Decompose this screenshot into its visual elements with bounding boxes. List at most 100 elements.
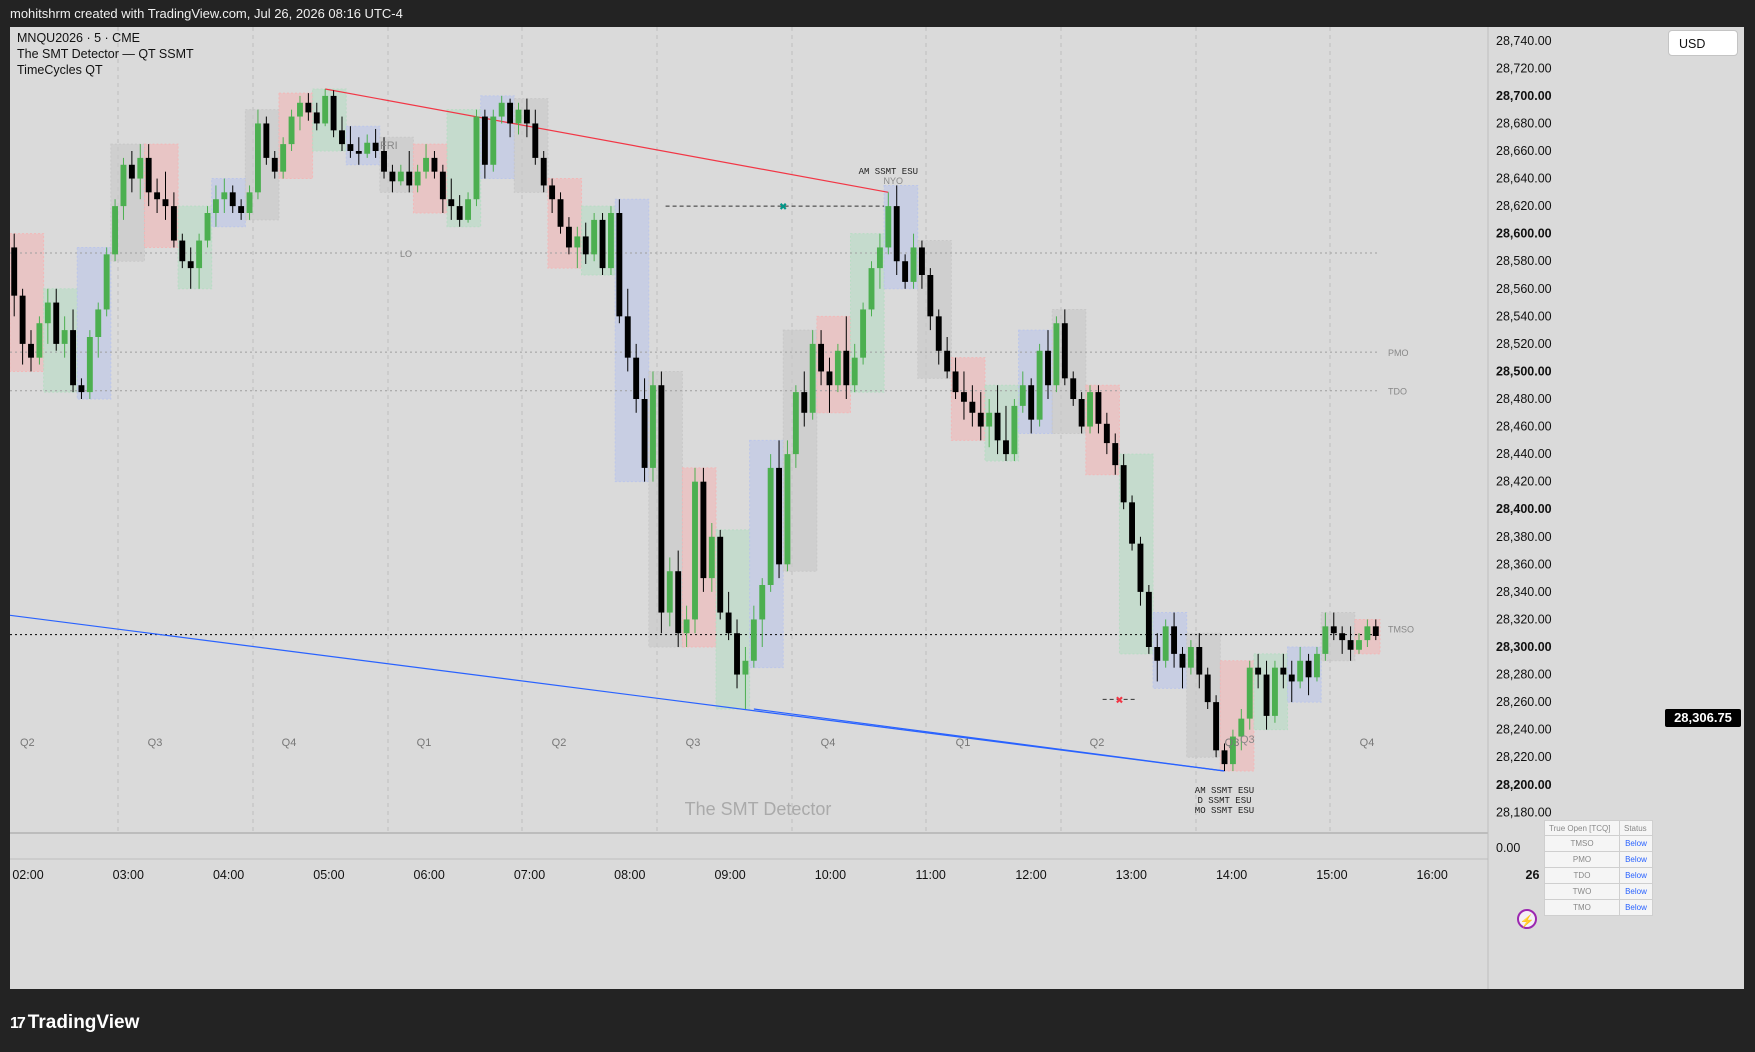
candle-body xyxy=(53,302,60,344)
candle-body xyxy=(154,192,161,200)
price-tick-label: 28,280.00 xyxy=(1496,668,1552,682)
candle-body xyxy=(439,171,446,200)
symbol-legend[interactable]: MNQU2026 · 5 · CME xyxy=(17,31,140,45)
candle-body xyxy=(1078,399,1085,427)
candle-body xyxy=(448,199,455,207)
price-tick-label: 28,300.00 xyxy=(1496,640,1552,654)
candle-body xyxy=(641,399,648,468)
tradingview-logo[interactable]: 17 TradingView xyxy=(10,1012,139,1034)
candle-body xyxy=(364,142,371,154)
candle-body xyxy=(86,337,93,393)
quarter-label: Q4 xyxy=(821,737,836,749)
candle-body xyxy=(406,171,413,186)
row-status: Below xyxy=(1619,835,1653,852)
candle-body xyxy=(969,401,976,413)
candle-body xyxy=(187,261,194,269)
candle-body xyxy=(759,585,766,620)
candle-body xyxy=(1003,440,1009,455)
candle-body xyxy=(792,392,799,455)
price-tick-label: 28,600.00 xyxy=(1496,227,1552,241)
candle-body xyxy=(347,144,354,151)
time-tick-label: 08:00 xyxy=(614,868,645,882)
lightning-icon[interactable]: ⚡ xyxy=(1517,909,1537,929)
candle-body xyxy=(801,392,808,413)
candle-body xyxy=(1221,750,1228,765)
candle-body xyxy=(1053,323,1060,386)
candle-body xyxy=(103,254,110,310)
candle-body xyxy=(918,247,925,275)
level-label-nyo: NYO xyxy=(884,176,904,186)
table-row: TDO Below xyxy=(1544,867,1653,884)
candle-body xyxy=(986,412,993,427)
price-tick-label: 28,740.00 xyxy=(1496,34,1552,48)
candle-body xyxy=(1162,626,1169,661)
candle-body xyxy=(431,157,438,172)
indicator-legend-timecycles[interactable]: TimeCycles QT xyxy=(17,63,103,77)
indicator-legend-smt[interactable]: The SMT Detector — QT SSMT xyxy=(17,47,194,61)
time-cycle-box xyxy=(1253,653,1289,731)
candle-body xyxy=(549,185,556,200)
candle-body xyxy=(61,330,68,344)
candle-body xyxy=(1204,674,1211,703)
candle-body xyxy=(1028,385,1035,420)
price-tick-label: 28,700.00 xyxy=(1496,89,1552,103)
time-tick-label: 05:00 xyxy=(313,868,344,882)
candle-body xyxy=(910,247,917,282)
chart-canvas[interactable]: ✖✖ PMOTDOTMSOLOAM SSMT ESUNYOAM SSMT ESU… xyxy=(10,27,1744,989)
candle-body xyxy=(120,164,127,207)
time-tick-label: 26 xyxy=(1526,868,1540,882)
time-tick-label: 10:00 xyxy=(815,868,846,882)
time-tick-label: 13:00 xyxy=(1116,868,1147,882)
price-tick-label: 28,180.00 xyxy=(1496,805,1552,819)
row-status: Below xyxy=(1619,851,1653,868)
candle-body xyxy=(414,171,421,186)
candle-body xyxy=(137,157,144,179)
candle-body xyxy=(145,157,152,193)
candle-body xyxy=(784,454,791,565)
smt-label-bottom: MO SSMT ESU xyxy=(1195,806,1254,816)
candle-body xyxy=(633,357,640,399)
candle-body xyxy=(297,102,303,117)
quarter-label: Q2 xyxy=(1090,737,1105,749)
candle-body xyxy=(1070,378,1077,399)
currency-selector[interactable]: USD xyxy=(1668,30,1738,56)
candle-body xyxy=(809,343,816,413)
candle-body xyxy=(179,240,186,262)
candle-body xyxy=(70,330,76,386)
candle-body xyxy=(221,192,228,200)
candle-body xyxy=(876,247,883,269)
candle-body xyxy=(246,192,253,213)
candle-body xyxy=(675,571,682,634)
quarter-label: Q1 xyxy=(956,737,971,749)
candle-body xyxy=(574,236,581,248)
candle-body xyxy=(742,660,749,675)
candle-body xyxy=(692,481,698,620)
price-tick-label: 28,520.00 xyxy=(1496,337,1552,351)
tradingview-logo-icon: 17 xyxy=(10,1015,26,1032)
candle-body xyxy=(322,95,329,124)
candle-body xyxy=(1011,405,1018,455)
table-header-true-open: True Open [TCQ] xyxy=(1544,820,1620,836)
row-status: Below xyxy=(1619,867,1653,884)
candle-body xyxy=(935,316,942,351)
row-label: TMO xyxy=(1544,899,1620,916)
time-tick-label: 06:00 xyxy=(414,868,445,882)
chart-area[interactable]: ✖ ✖ PMO TDO TMSO LO AM SSMT ESU NYO AM SSMT ESU… xyxy=(10,27,1744,989)
candle-body xyxy=(1322,626,1329,654)
table-row: TMSO Below xyxy=(1544,835,1653,852)
candle-body xyxy=(238,206,245,213)
candle-body xyxy=(834,350,841,386)
price-tick-label: 28,660.00 xyxy=(1496,144,1552,158)
candle-body xyxy=(1145,591,1152,647)
candle-body xyxy=(767,467,774,585)
candle-body xyxy=(599,219,606,269)
price-tick-label: 28,340.00 xyxy=(1496,585,1552,599)
price-tick-label: 28,220.00 xyxy=(1496,750,1552,764)
time-cycle-box xyxy=(950,357,986,441)
candle-body xyxy=(523,109,530,124)
candle-body xyxy=(1288,674,1295,682)
chart-credit: mohitshrm created with TradingView.com, … xyxy=(10,6,403,21)
price-tick-label: 28,260.00 xyxy=(1496,695,1552,709)
candle-body xyxy=(1154,647,1161,661)
candle-body xyxy=(355,151,362,154)
